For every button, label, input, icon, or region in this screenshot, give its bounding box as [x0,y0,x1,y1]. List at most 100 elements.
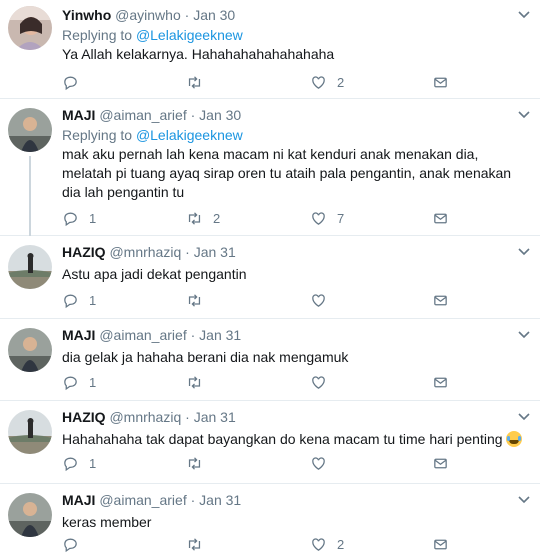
reply-button[interactable] [62,72,95,92]
user-name[interactable]: MAJI [62,327,95,343]
chevron-down-icon[interactable] [516,243,532,259]
tweet[interactable]: HAZIQ @mnrhaziq · Jan 31 Astu apa jadi d… [0,237,540,319]
tweet-header: HAZIQ @mnrhaziq · Jan 31 [62,243,530,261]
user-name[interactable]: Yinwho [62,7,111,23]
retweet-icon [188,375,201,389]
reply-count: 1 [89,374,97,390]
user-handle[interactable]: @aiman_arief [99,327,186,343]
reply-icon [64,376,77,390]
tweet-header: MAJI @aiman_arief · Jan 31 [62,326,530,344]
user-handle[interactable]: @mnrhaziq [109,244,181,260]
tweet-date[interactable]: Jan 30 [193,7,235,23]
separator: · [184,7,190,23]
like-button[interactable]: 2 [310,534,344,553]
heart-icon [312,75,325,89]
retweet-icon [188,293,201,307]
retweet-button[interactable] [186,72,219,92]
chevron-down-icon[interactable] [516,106,532,122]
tweet[interactable]: HAZIQ @mnrhaziq · Jan 31 Hahahahaha tak … [0,402,540,484]
user-name[interactable]: MAJI [62,492,95,508]
tweet-actions: 1 [62,290,482,310]
reply-button[interactable]: 1 [62,208,96,228]
reply-icon [64,538,77,552]
tweet-actions: 1 [62,453,482,473]
envelope-icon [434,377,447,387]
like-button[interactable]: 7 [310,208,344,228]
tweet-text: Astu apa jadi dekat pengantin [62,266,247,282]
user-name[interactable]: HAZIQ [62,244,106,260]
tweet-actions: 1 [62,372,482,392]
reply-button[interactable]: 1 [62,372,96,392]
tweet-text: dia gelak ja hahaha berani dia nak menga… [62,349,349,365]
user-name[interactable]: HAZIQ [62,409,106,425]
retweet-button[interactable] [186,453,219,473]
envelope-icon [434,458,447,468]
replying-to: Replying to @Lelakigeeknew [62,26,530,44]
reply-icon [64,76,77,90]
chevron-down-icon[interactable] [516,408,532,424]
user-name[interactable]: MAJI [62,107,95,123]
avatar[interactable] [8,493,52,537]
retweet-button[interactable] [186,534,219,553]
retweet-icon [188,75,201,89]
retweet-icon [188,456,201,470]
tweet[interactable]: MAJI @aiman_arief · Jan 31 dia gelak ja … [0,320,540,401]
reply-count: 1 [89,455,97,471]
reply-button[interactable] [62,534,95,553]
reply-prefix: Replying to [62,27,133,43]
like-count: 7 [337,210,345,226]
direct-message-button[interactable] [432,208,449,228]
avatar[interactable] [8,108,52,152]
chevron-down-icon[interactable] [516,6,532,22]
direct-message-button[interactable] [432,290,449,310]
like-button[interactable]: 2 [310,72,344,92]
avatar[interactable] [8,245,52,289]
heart-icon [312,537,325,551]
tweet-text-content: Hahahahaha tak dapat bayangkan do kena m… [62,431,503,447]
like-button[interactable] [310,453,343,473]
heart-icon [312,375,325,389]
envelope-icon [434,213,447,223]
direct-message-button[interactable] [432,534,449,553]
avatar[interactable] [8,410,52,454]
retweet-button[interactable] [186,372,219,392]
direct-message-button[interactable] [432,72,449,92]
chevron-down-icon[interactable] [516,326,532,342]
tweet-body: MAJI @aiman_arief · Jan 31 dia gelak ja … [62,326,530,367]
reply-icon [64,294,77,308]
heart-icon [312,293,325,307]
reply-icon [64,457,77,471]
reply-button[interactable]: 1 [62,290,96,310]
user-handle[interactable]: @aiman_arief [99,107,186,123]
thread-line [29,156,31,236]
user-handle[interactable]: @mnrhaziq [109,409,181,425]
like-button[interactable] [310,372,343,392]
mention-link[interactable]: @Lelakigeeknew [136,127,243,143]
tweet-date[interactable]: Jan 30 [199,107,241,123]
mention-link[interactable]: @Lelakigeeknew [136,27,243,43]
tweet-date[interactable]: Jan 31 [194,244,236,260]
tweet[interactable]: Yinwho @ayinwho · Jan 30 Replying to @Le… [0,0,540,99]
tweet-date[interactable]: Jan 31 [199,327,241,343]
direct-message-button[interactable] [432,372,449,392]
tweet[interactable]: MAJI @aiman_arief · Jan 31 keras member … [0,485,540,553]
tweet-date[interactable]: Jan 31 [199,492,241,508]
tweet[interactable]: MAJI @aiman_arief · Jan 30 Replying to @… [0,100,540,236]
avatar[interactable] [8,6,52,50]
tweet-body: Yinwho @ayinwho · Jan 30 Replying to @Le… [62,6,530,64]
replying-to: Replying to @Lelakigeeknew [62,126,530,144]
direct-message-button[interactable] [432,453,449,473]
chevron-down-icon[interactable] [516,491,532,507]
reply-button[interactable]: 1 [62,453,96,473]
retweet-button[interactable]: 2 [186,208,220,228]
envelope-icon [434,539,447,549]
like-button[interactable] [310,290,343,310]
tweet-body: MAJI @aiman_arief · Jan 31 keras member [62,491,530,532]
user-handle[interactable]: @aiman_arief [99,492,186,508]
heart-icon [312,211,325,225]
tweet-body: HAZIQ @mnrhaziq · Jan 31 Hahahahaha tak … [62,408,530,449]
retweet-button[interactable] [186,290,219,310]
tweet-date[interactable]: Jan 31 [194,409,236,425]
avatar[interactable] [8,328,52,372]
user-handle[interactable]: @ayinwho [115,7,181,23]
